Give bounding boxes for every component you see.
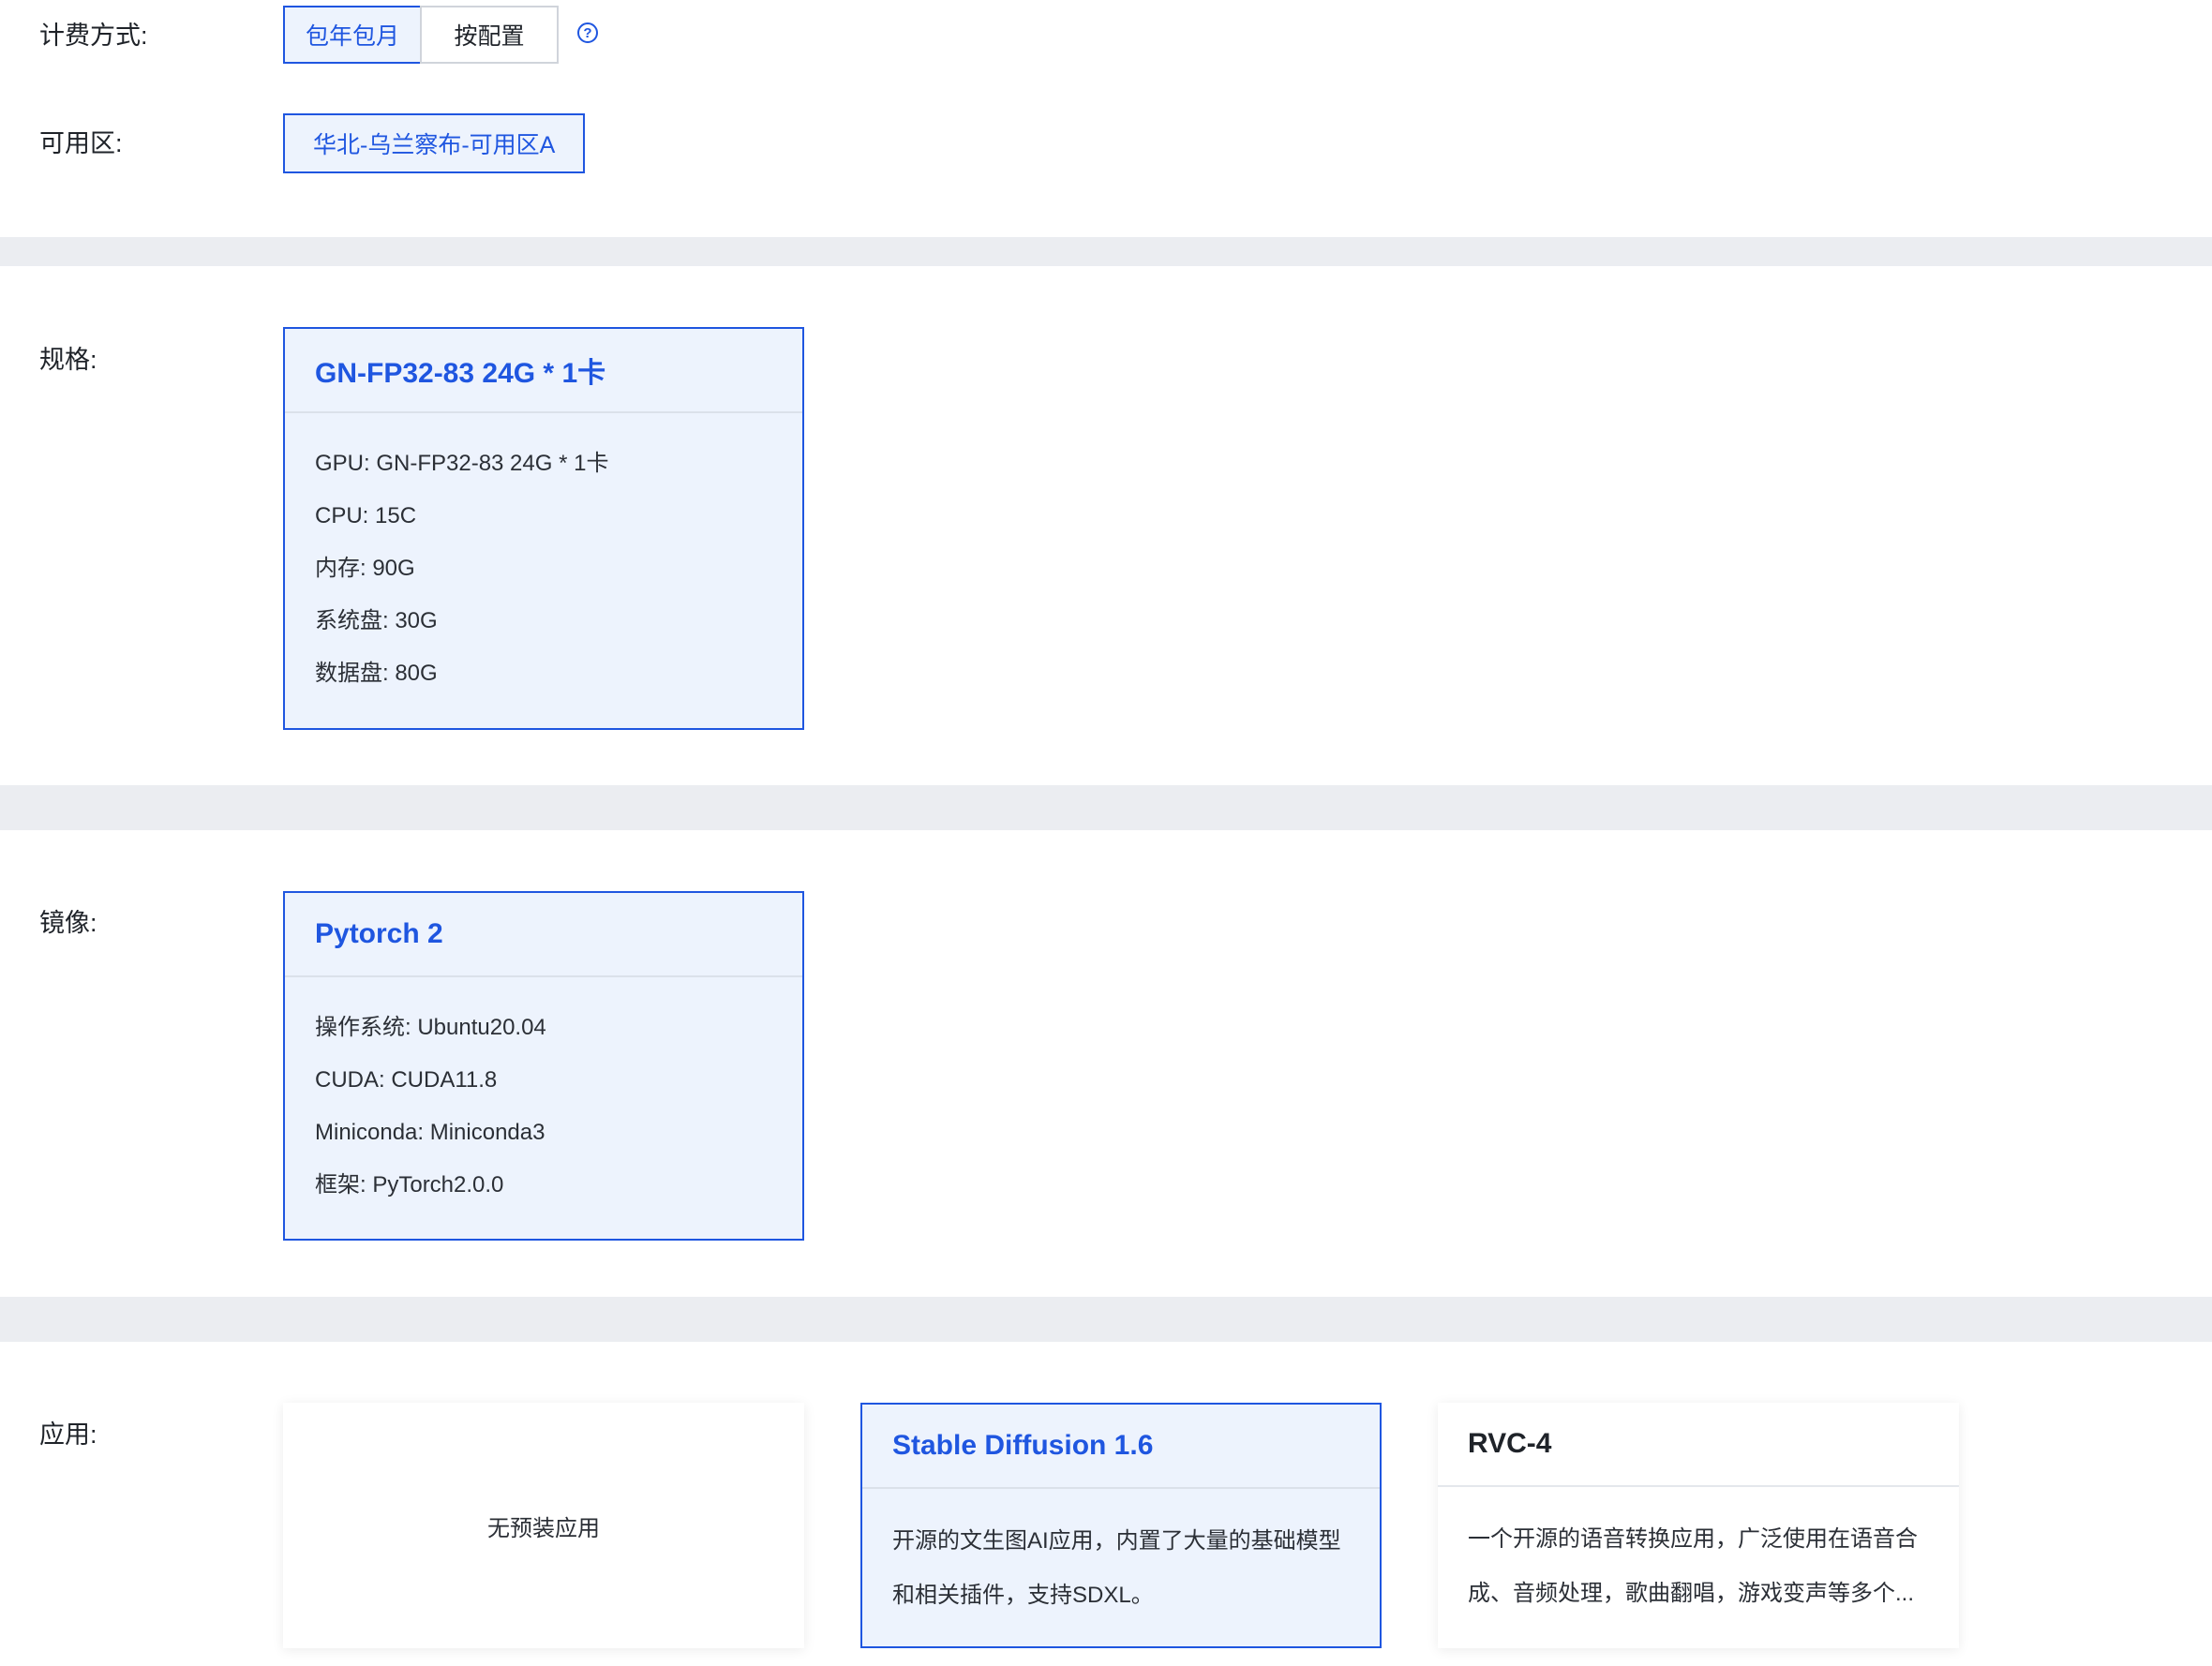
spec-row-gpu: GPU: GN-FP32-83 24G * 1卡 bbox=[315, 451, 609, 476]
zone-label: 可用区: bbox=[39, 129, 123, 157]
image-row-framework: 框架: PyTorch2.0.0 bbox=[315, 1172, 504, 1197]
app-card-rvc[interactable]: RVC-4 一个开源的语音转换应用，广泛使用在语音合 成、音频处理，歌曲翻唱，游… bbox=[1438, 1403, 1959, 1648]
image-card[interactable]: Pytorch 2 操作系统: Ubuntu20.04 CUDA: CUDA11… bbox=[283, 891, 804, 1241]
app-card-title: Stable Diffusion 1.6 bbox=[862, 1405, 1380, 1489]
help-icon[interactable]: ? bbox=[577, 22, 598, 43]
app-card-stable-diffusion[interactable]: Stable Diffusion 1.6 开源的文生图AI应用，内置了大量的基础… bbox=[860, 1403, 1382, 1648]
app-card-description-line: 开源的文生图AI应用，内置了大量的基础模型 bbox=[892, 1528, 1341, 1554]
app-card-description-line: 成、音频处理，歌曲翻唱，游戏变声等多个... bbox=[1468, 1581, 1915, 1606]
app-card-none[interactable]: 无预装应用 bbox=[283, 1403, 804, 1648]
section-divider bbox=[0, 1297, 2212, 1342]
spec-row-data-disk: 数据盘: 80G bbox=[315, 661, 438, 686]
image-card-title: Pytorch 2 bbox=[285, 893, 802, 977]
app-card-description-line: 和相关插件，支持SDXL。 bbox=[892, 1583, 1154, 1608]
image-row-cuda: CUDA: CUDA11.8 bbox=[315, 1067, 498, 1093]
section-divider bbox=[0, 237, 2212, 266]
section-divider bbox=[0, 785, 2212, 830]
spec-row-memory: 内存: 90G bbox=[315, 556, 415, 581]
image-row-os: 操作系统: Ubuntu20.04 bbox=[315, 1015, 546, 1040]
billing-option-yearly-monthly[interactable]: 包年包月 bbox=[283, 6, 422, 64]
billing-option-by-config[interactable]: 按配置 bbox=[420, 6, 559, 64]
image-label: 镜像: bbox=[39, 909, 97, 937]
image-row-miniconda: Miniconda: Miniconda3 bbox=[315, 1120, 546, 1145]
app-card-title: RVC-4 bbox=[1438, 1403, 1959, 1487]
zone-option-button[interactable]: 华北-乌兰察布-可用区A bbox=[283, 113, 586, 173]
apps-label: 应用: bbox=[39, 1421, 97, 1449]
billing-label: 计费方式: bbox=[39, 22, 148, 50]
spec-label: 规格: bbox=[39, 346, 97, 374]
spec-row-system-disk: 系统盘: 30G bbox=[315, 608, 438, 633]
spec-row-cpu: CPU: 15C bbox=[315, 503, 417, 528]
spec-card-title: GN-FP32-83 24G * 1卡 bbox=[285, 329, 802, 413]
spec-card[interactable]: GN-FP32-83 24G * 1卡 GPU: GN-FP32-83 24G … bbox=[283, 327, 804, 730]
app-none-label: 无预装应用 bbox=[487, 1515, 600, 1541]
app-card-description-line: 一个开源的语音转换应用，广泛使用在语音合 bbox=[1468, 1526, 1918, 1552]
billing-segmented-control: 包年包月 按配置 bbox=[283, 6, 559, 64]
